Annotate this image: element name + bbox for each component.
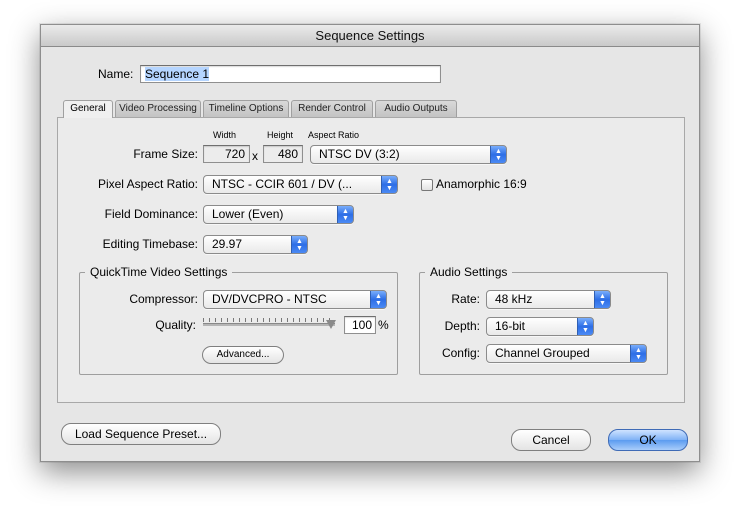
aspect-ratio-header: Aspect Ratio xyxy=(308,130,360,140)
config-value: Channel Grouped xyxy=(495,346,590,360)
general-panel: Width Height Aspect Ratio Frame Size: 72… xyxy=(57,117,685,403)
quality-unit: % xyxy=(378,318,389,332)
sequence-settings-window: Sequence Settings Name: Sequence 1 Gener… xyxy=(40,24,700,462)
anamorphic-checkbox[interactable] xyxy=(421,179,433,191)
quality-slider-track xyxy=(203,323,335,326)
depth-label: Depth: xyxy=(444,319,480,333)
field-dominance-label: Field Dominance: xyxy=(104,207,198,221)
popup-arrows-icon: ▲ ▼ xyxy=(370,291,386,308)
tab-video-processing[interactable]: Video Processing xyxy=(115,100,201,117)
frame-size-label: Frame Size: xyxy=(133,147,198,161)
quicktime-settings-title: QuickTime Video Settings xyxy=(85,265,233,279)
rate-label: Rate: xyxy=(451,292,480,306)
cancel-button[interactable]: Cancel xyxy=(511,429,591,451)
pixel-aspect-popup[interactable]: NTSC - CCIR 601 / DV (... ▲ ▼ xyxy=(203,175,398,194)
window-title: Sequence Settings xyxy=(41,25,699,47)
width-header: Width xyxy=(213,130,237,140)
compressor-label: Compressor: xyxy=(129,292,198,306)
depth-popup[interactable]: 16-bit ▲ ▼ xyxy=(486,317,594,336)
editing-timebase-popup[interactable]: 29.97 ▲ ▼ xyxy=(203,235,308,254)
depth-value: 16-bit xyxy=(495,319,526,333)
frame-height-field[interactable]: 480 xyxy=(263,145,303,163)
quality-label: Quality: xyxy=(155,318,196,332)
ok-button[interactable]: OK xyxy=(608,429,688,451)
tab-general[interactable]: General xyxy=(63,100,113,118)
quality-slider-knob[interactable] xyxy=(326,320,336,329)
times-sign: x xyxy=(252,149,258,163)
rate-value: 48 kHz xyxy=(495,292,533,306)
quality-slider-ticks xyxy=(203,318,335,322)
audio-settings-title: Audio Settings xyxy=(425,265,513,279)
popup-arrows-icon: ▲ ▼ xyxy=(291,236,307,253)
popup-arrows-icon: ▲ ▼ xyxy=(630,345,646,362)
frame-width-field[interactable]: 720 xyxy=(203,145,250,163)
popup-arrows-icon: ▲ ▼ xyxy=(577,318,593,335)
config-label: Config: xyxy=(441,346,480,360)
rate-popup[interactable]: 48 kHz ▲ ▼ xyxy=(486,290,611,309)
load-sequence-preset-button[interactable]: Load Sequence Preset... xyxy=(61,423,221,445)
popup-arrows-icon: ▲ ▼ xyxy=(381,176,397,193)
name-field[interactable]: Sequence 1 xyxy=(140,65,441,83)
pixel-aspect-value: NTSC - CCIR 601 / DV (... xyxy=(212,177,353,191)
tab-audio-outputs[interactable]: Audio Outputs xyxy=(375,100,457,117)
aspect-ratio-value: NTSC DV (3:2) xyxy=(319,147,400,161)
tab-timeline-options[interactable]: Timeline Options xyxy=(203,100,289,117)
field-dominance-value: Lower (Even) xyxy=(212,207,284,221)
name-label: Name: xyxy=(98,67,134,81)
editing-timebase-label: Editing Timebase: xyxy=(102,237,198,251)
anamorphic-label: Anamorphic 16:9 xyxy=(436,177,527,191)
field-dominance-popup[interactable]: Lower (Even) ▲ ▼ xyxy=(203,205,354,224)
popup-arrows-icon: ▲ ▼ xyxy=(337,206,353,223)
compressor-popup[interactable]: DV/DVCPRO - NTSC ▲ ▼ xyxy=(203,290,387,309)
quality-slider[interactable] xyxy=(201,318,339,332)
config-popup[interactable]: Channel Grouped ▲ ▼ xyxy=(486,344,647,363)
popup-arrows-icon: ▲ ▼ xyxy=(594,291,610,308)
popup-arrows-icon: ▲ ▼ xyxy=(490,146,506,163)
compressor-value: DV/DVCPRO - NTSC xyxy=(212,292,327,306)
editing-timebase-value: 29.97 xyxy=(212,237,243,251)
quality-field[interactable]: 100 xyxy=(344,316,376,334)
aspect-ratio-popup[interactable]: NTSC DV (3:2) ▲ ▼ xyxy=(310,145,507,164)
pixel-aspect-label: Pixel Aspect Ratio: xyxy=(97,177,198,191)
name-value: Sequence 1 xyxy=(145,67,210,81)
advanced-button[interactable]: Advanced... xyxy=(202,346,284,364)
tab-render-control[interactable]: Render Control xyxy=(291,100,373,117)
height-header: Height xyxy=(267,130,294,140)
